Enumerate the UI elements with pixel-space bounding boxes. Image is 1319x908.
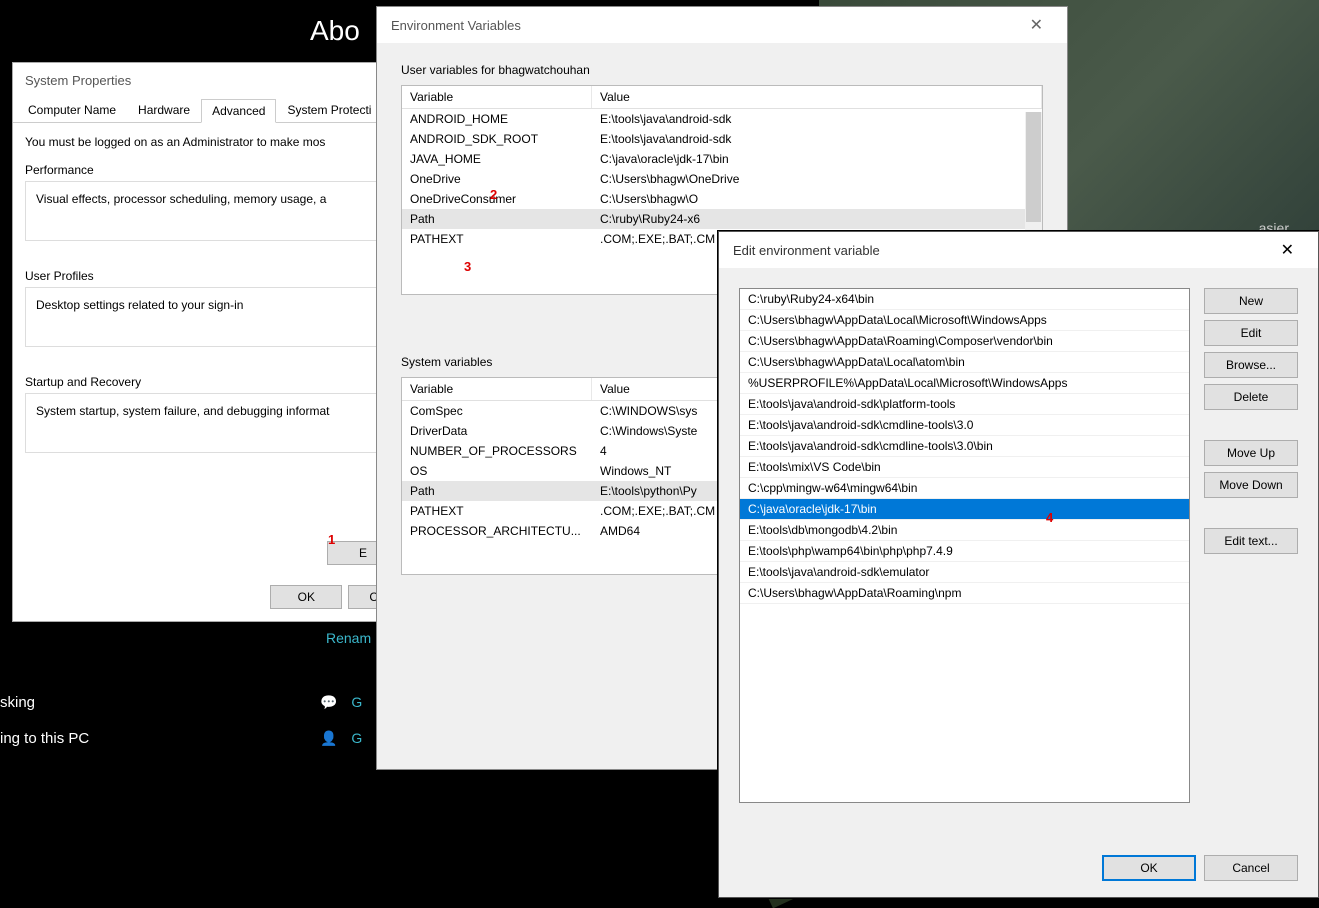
userprofiles-group-box: Desktop settings related to your sign-in bbox=[25, 287, 399, 347]
system-properties-tabs: Computer Name Hardware Advanced System P… bbox=[13, 98, 411, 123]
sys-var-name: OS bbox=[402, 461, 592, 481]
sys-var-name: NUMBER_OF_PROCESSORS bbox=[402, 441, 592, 461]
path-entry-item[interactable]: C:\Users\bhagw\AppData\Local\Microsoft\W… bbox=[740, 310, 1189, 331]
sys-var-name: PATHEXT bbox=[402, 501, 592, 521]
tab-advanced[interactable]: Advanced bbox=[201, 99, 276, 123]
tab-computer-name[interactable]: Computer Name bbox=[17, 98, 127, 122]
user-var-value: E:\tools\java\android-sdk bbox=[592, 129, 1042, 149]
person-icon: 👤 bbox=[320, 730, 337, 747]
user-table-header-variable[interactable]: Variable bbox=[402, 86, 592, 108]
chat-icon: 💬 bbox=[320, 694, 337, 711]
annotation-2: 2 bbox=[490, 187, 497, 202]
user-var-value: C:\ruby\Ruby24-x6 bbox=[592, 209, 1042, 229]
user-var-name: PATHEXT bbox=[402, 229, 592, 249]
move-up-button[interactable]: Move Up bbox=[1204, 440, 1298, 466]
move-down-button[interactable]: Move Down bbox=[1204, 472, 1298, 498]
path-entry-item[interactable]: C:\cpp\mingw-w64\mingw64\bin bbox=[740, 478, 1189, 499]
user-var-value: E:\tools\java\android-sdk bbox=[592, 109, 1042, 129]
sys-var-name: Path bbox=[402, 481, 592, 501]
user-var-row[interactable]: PathC:\ruby\Ruby24-x6 bbox=[402, 209, 1042, 229]
path-entry-item[interactable]: E:\tools\java\android-sdk\emulator bbox=[740, 562, 1189, 583]
edit-environment-variable-dialog: Edit environment variable ✕ C:\ruby\Ruby… bbox=[718, 231, 1319, 898]
user-var-row[interactable]: JAVA_HOMEC:\java\oracle\jdk-17\bin bbox=[402, 149, 1042, 169]
sysprop-ok-button[interactable]: OK bbox=[270, 585, 342, 609]
user-var-value: C:\java\oracle\jdk-17\bin bbox=[592, 149, 1042, 169]
settings-nav-projecting[interactable]: ing to this PC bbox=[0, 730, 89, 747]
help-link-1-label: G bbox=[351, 694, 362, 710]
tab-system-protection[interactable]: System Protecti bbox=[276, 98, 382, 122]
user-var-row[interactable]: OneDriveC:\Users\bhagw\OneDrive bbox=[402, 169, 1042, 189]
settings-nav-multitasking[interactable]: sking bbox=[0, 694, 35, 711]
new-button[interactable]: New bbox=[1204, 288, 1298, 314]
path-entry-item[interactable]: E:\tools\php\wamp64\bin\php\php7.4.9 bbox=[740, 541, 1189, 562]
path-entry-item[interactable]: C:\Users\bhagw\AppData\Local\atom\bin bbox=[740, 352, 1189, 373]
performance-group-box: Visual effects, processor scheduling, me… bbox=[25, 181, 399, 241]
startup-group-title: Startup and Recovery bbox=[25, 375, 399, 389]
path-entry-item[interactable]: E:\tools\java\android-sdk\platform-tools bbox=[740, 394, 1189, 415]
admin-note: You must be logged on as an Administrato… bbox=[25, 135, 399, 149]
sys-table-header-variable[interactable]: Variable bbox=[402, 378, 592, 400]
system-properties-dialog: System Properties Computer Name Hardware… bbox=[12, 62, 412, 622]
user-var-row[interactable]: OneDriveConsumerC:\Users\bhagw\O bbox=[402, 189, 1042, 209]
path-entry-item[interactable]: E:\tools\java\android-sdk\cmdline-tools\… bbox=[740, 436, 1189, 457]
user-var-name: JAVA_HOME bbox=[402, 149, 592, 169]
path-entry-item[interactable]: E:\tools\mix\VS Code\bin bbox=[740, 457, 1189, 478]
path-entry-item[interactable]: E:\tools\java\android-sdk\cmdline-tools\… bbox=[740, 415, 1189, 436]
user-var-name: ANDROID_HOME bbox=[402, 109, 592, 129]
path-entry-item[interactable]: C:\Users\bhagw\AppData\Roaming\npm bbox=[740, 583, 1189, 604]
user-var-name: Path bbox=[402, 209, 592, 229]
editenv-ok-button[interactable]: OK bbox=[1102, 855, 1196, 881]
path-entries-list[interactable]: C:\ruby\Ruby24-x64\binC:\Users\bhagw\App… bbox=[739, 288, 1190, 803]
performance-group-title: Performance bbox=[25, 163, 399, 177]
editenv-cancel-button[interactable]: Cancel bbox=[1204, 855, 1298, 881]
settings-page-title: Abo bbox=[310, 15, 360, 47]
path-entry-item[interactable]: C:\Users\bhagw\AppData\Roaming\Composer\… bbox=[740, 331, 1189, 352]
editenv-title: Edit environment variable bbox=[733, 243, 880, 258]
editenv-titlebar: Edit environment variable ✕ bbox=[719, 232, 1318, 268]
system-properties-title: System Properties bbox=[13, 63, 411, 98]
user-table-scrollbar-thumb[interactable] bbox=[1026, 112, 1041, 222]
user-var-value: C:\Users\bhagw\OneDrive bbox=[592, 169, 1042, 189]
help-link-1[interactable]: 💬 G bbox=[320, 694, 362, 711]
startup-group-box: System startup, system failure, and debu… bbox=[25, 393, 399, 453]
user-var-row[interactable]: ANDROID_HOMEE:\tools\java\android-sdk bbox=[402, 109, 1042, 129]
envvar-close-icon[interactable]: ✕ bbox=[1020, 11, 1053, 39]
tab-hardware[interactable]: Hardware bbox=[127, 98, 201, 122]
sys-var-name: DriverData bbox=[402, 421, 592, 441]
help-link-2[interactable]: 👤 G bbox=[320, 730, 362, 747]
user-variables-label: User variables for bhagwatchouhan bbox=[401, 63, 1043, 77]
edit-text-button[interactable]: Edit text... bbox=[1204, 528, 1298, 554]
annotation-4: 4 bbox=[1046, 510, 1053, 525]
userprofiles-group-title: User Profiles bbox=[25, 269, 399, 283]
editenv-close-icon[interactable]: ✕ bbox=[1271, 236, 1304, 264]
path-entry-item[interactable]: %USERPROFILE%\AppData\Local\Microsoft\Wi… bbox=[740, 373, 1189, 394]
user-var-name: OneDrive bbox=[402, 169, 592, 189]
annotation-1: 1 bbox=[328, 532, 335, 547]
sys-var-name: PROCESSOR_ARCHITECTU... bbox=[402, 521, 592, 541]
envvar-titlebar: Environment Variables ✕ bbox=[377, 7, 1067, 43]
help-link-2-label: G bbox=[351, 730, 362, 746]
rename-pc-link[interactable]: Renam bbox=[326, 630, 371, 646]
sys-var-name: ComSpec bbox=[402, 401, 592, 421]
user-var-row[interactable]: ANDROID_SDK_ROOTE:\tools\java\android-sd… bbox=[402, 129, 1042, 149]
path-entry-item[interactable]: C:\java\oracle\jdk-17\bin bbox=[740, 499, 1189, 520]
delete-button[interactable]: Delete bbox=[1204, 384, 1298, 410]
user-table-header-value[interactable]: Value bbox=[592, 86, 1042, 108]
path-entry-item[interactable]: C:\ruby\Ruby24-x64\bin bbox=[740, 289, 1189, 310]
user-var-value: C:\Users\bhagw\O bbox=[592, 189, 1042, 209]
user-var-name: ANDROID_SDK_ROOT bbox=[402, 129, 592, 149]
browse-button[interactable]: Browse... bbox=[1204, 352, 1298, 378]
path-entry-item[interactable]: E:\tools\db\mongodb\4.2\bin bbox=[740, 520, 1189, 541]
annotation-3: 3 bbox=[464, 259, 471, 274]
envvar-title: Environment Variables bbox=[391, 18, 521, 33]
edit-button[interactable]: Edit bbox=[1204, 320, 1298, 346]
